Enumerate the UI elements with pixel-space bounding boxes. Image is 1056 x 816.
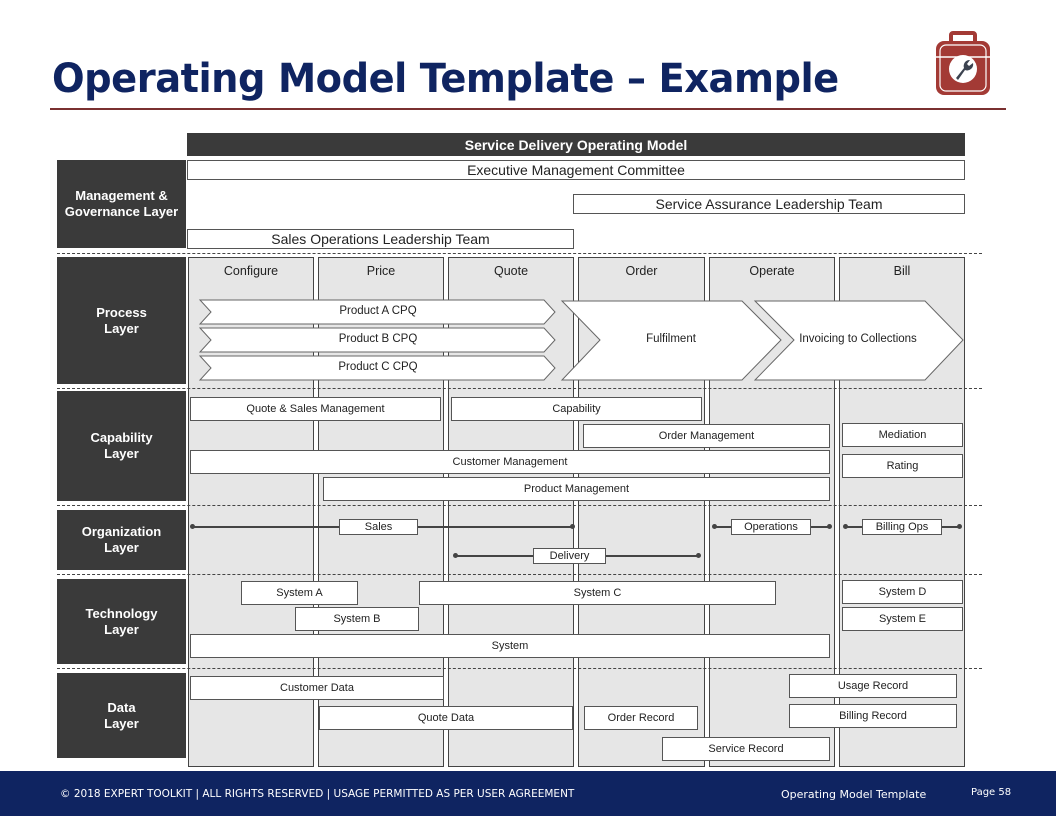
chevron-label-product-b: Product B CPQ xyxy=(338,333,418,345)
org-endpoint xyxy=(957,524,962,529)
data-usage-record: Usage Record xyxy=(789,674,957,698)
capability-customer-management: Customer Management xyxy=(190,450,830,474)
org-endpoint xyxy=(190,524,195,529)
org-endpoint xyxy=(843,524,848,529)
org-endpoint xyxy=(696,553,701,558)
data-quote-data: Quote Data xyxy=(319,706,573,730)
org-operations: Operations xyxy=(731,519,811,535)
capability-mediation: Mediation xyxy=(842,423,963,447)
chevron-label-product-c: Product C CPQ xyxy=(338,361,418,373)
tech-system-e: System E xyxy=(842,607,963,631)
tech-system-b: System B xyxy=(295,607,419,631)
capability-product-management: Product Management xyxy=(323,477,830,501)
org-sales: Sales xyxy=(339,519,418,535)
tech-system-a: System A xyxy=(241,581,358,605)
footer-doc-name: Operating Model Template xyxy=(781,788,927,801)
org-endpoint xyxy=(712,524,717,529)
tech-system-d: System D xyxy=(842,580,963,604)
data-billing-record: Billing Record xyxy=(789,704,957,728)
data-customer-data: Customer Data xyxy=(190,676,444,700)
tech-system-c: System C xyxy=(419,581,776,605)
org-endpoint xyxy=(453,553,458,558)
capability-capability: Capability xyxy=(451,397,702,421)
org-endpoint xyxy=(827,524,832,529)
capability-quote-sales: Quote & Sales Management xyxy=(190,397,441,421)
chevron-label-invoicing: Invoicing to Collections xyxy=(799,333,917,345)
tech-system: System xyxy=(190,634,830,658)
data-service-record: Service Record xyxy=(662,737,830,761)
org-endpoint xyxy=(570,524,575,529)
chevron-label-fulfilment: Fulfilment xyxy=(646,333,696,345)
footer-copyright: © 2018 EXPERT TOOLKIT | ALL RIGHTS RESER… xyxy=(60,788,575,800)
capability-rating: Rating xyxy=(842,454,963,478)
chevron-label-product-a: Product A CPQ xyxy=(339,305,417,317)
capability-order-management: Order Management xyxy=(583,424,830,448)
org-delivery: Delivery xyxy=(533,548,606,564)
data-order-record: Order Record xyxy=(584,706,698,730)
org-billing-ops: Billing Ops xyxy=(862,519,942,535)
footer-page-number: Page 58 xyxy=(971,787,1012,798)
